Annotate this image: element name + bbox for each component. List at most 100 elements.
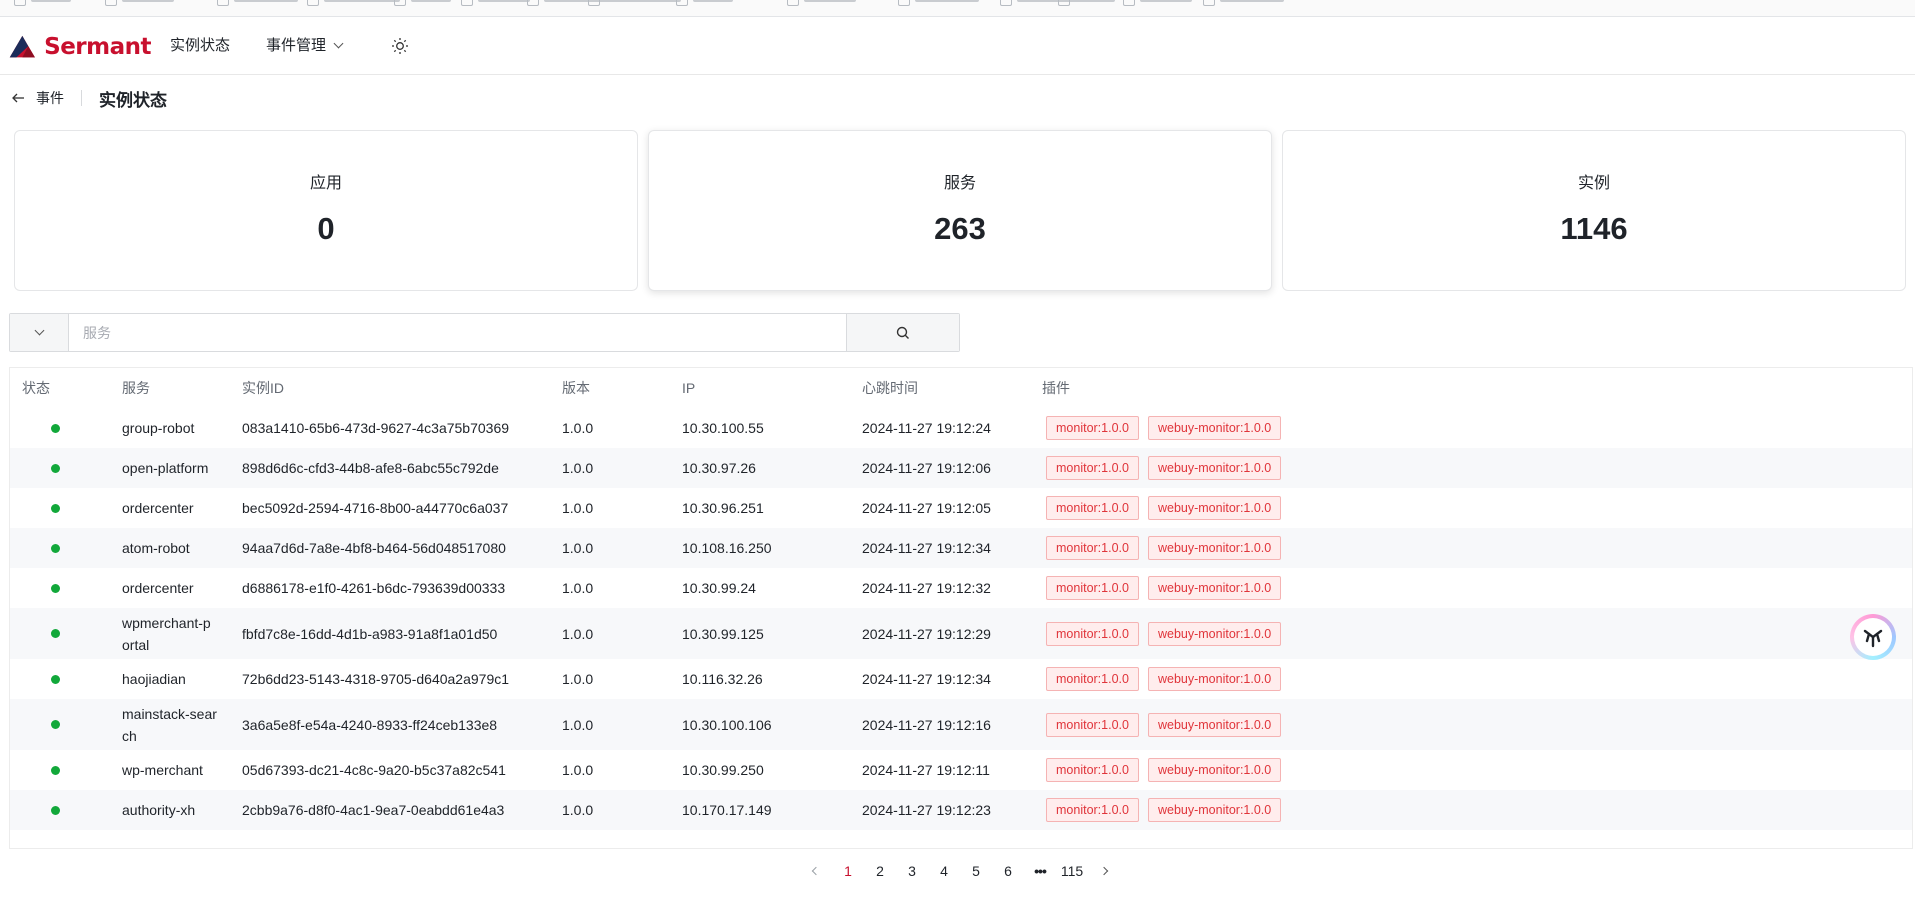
page-4[interactable]: 4: [928, 863, 960, 879]
column-header-status: 状态: [22, 380, 50, 396]
instance-id-cell: 05d67393-dc21-4c8c-9a20-b5c37a82c541: [242, 762, 506, 778]
column-header-ip: IP: [682, 380, 696, 396]
nav-instance-status[interactable]: 实例状态: [170, 17, 230, 75]
service-cell: group-robot: [122, 420, 195, 436]
ip-cell: 10.30.99.24: [682, 580, 756, 596]
table-row[interactable]: ordercenter d6886178-e1f0-4261-b6dc-79363…: [10, 568, 1912, 608]
heartbeat-cell: 2024-11-27 19:12:32: [862, 580, 991, 596]
plugins-cell: monitor:1.0.0 webuy-monitor:1.0.0: [1046, 699, 1290, 750]
plugin-tag[interactable]: webuy-monitor:1.0.0: [1147, 712, 1282, 737]
floating-assistant-inner: [1854, 618, 1892, 656]
chevron-left-icon: [811, 866, 821, 876]
plugin-tag[interactable]: webuy-monitor:1.0.0: [1147, 456, 1282, 480]
bookmark-icon: [676, 0, 688, 6]
bookmark-label: [915, 0, 979, 2]
bookmark-label: [1075, 0, 1115, 2]
plugins-cell: monitor:1.0.0 webuy-monitor:1.0.0: [1046, 528, 1290, 568]
page-3[interactable]: 3: [896, 863, 928, 879]
nav-instance-status-label: 实例状态: [170, 37, 231, 54]
plugin-tag[interactable]: monitor:1.0.0: [1046, 667, 1139, 691]
table-row[interactable]: wpmerchant-portal fbfd7c8e-16dd-4d1b-a983…: [10, 608, 1912, 659]
stat-card-applications[interactable]: 应用 0: [14, 130, 638, 291]
instance-id-cell: 72b6dd23-5143-4318-9705-d640a2a979c1: [242, 671, 510, 687]
plugin-tag[interactable]: webuy-monitor:1.0.0: [1147, 416, 1282, 440]
breadcrumb-divider: [81, 90, 82, 106]
page-last[interactable]: 115: [1056, 863, 1088, 879]
plugin-tag[interactable]: webuy-monitor:1.0.0: [1147, 798, 1282, 822]
pagination-prev-button[interactable]: [800, 861, 832, 881]
bookmark-label: [804, 0, 856, 2]
bookmark-label: [31, 0, 71, 2]
table-row[interactable]: atom-robot 94aa7d6d-7a8e-4bf8-b464-56d048…: [10, 528, 1912, 568]
ip-cell: 10.108.16.250: [682, 540, 772, 556]
table-row[interactable]: group-robot 083a1410-65b6-473d-9627-4c3a7…: [10, 408, 1912, 448]
ip-cell: 10.30.97.26: [682, 460, 756, 476]
status-online-indicator: [51, 629, 60, 638]
bookmark-icon: [1000, 0, 1012, 6]
plugin-tag[interactable]: monitor:1.0.0: [1046, 576, 1139, 600]
bookmark-label: [411, 0, 451, 2]
bookmark-icon: [527, 0, 539, 6]
breadcrumb: 事件 实例状态: [11, 85, 167, 111]
instance-id-cell: fbfd7c8e-16dd-4d1b-a983-91a8f1a01d50: [242, 625, 498, 642]
status-cell: [51, 750, 60, 790]
search-field-select[interactable]: [10, 314, 69, 351]
page-2[interactable]: 2: [864, 863, 896, 879]
status-cell: [51, 448, 60, 488]
search-icon: [896, 326, 909, 339]
table-row[interactable]: haojiadian 72b6dd23-5143-4318-9705-d640a2…: [10, 659, 1912, 699]
plugin-tag[interactable]: monitor:1.0.0: [1046, 758, 1139, 782]
plugin-tag[interactable]: monitor:1.0.0: [1046, 496, 1139, 520]
pagination-ellipsis[interactable]: •••: [1024, 863, 1056, 879]
plugin-tag[interactable]: webuy-monitor:1.0.0: [1147, 621, 1282, 646]
search-input[interactable]: [69, 314, 846, 351]
floating-assistant-button[interactable]: [1850, 614, 1896, 660]
brand-logo[interactable]: Sermant: [9, 29, 151, 65]
service-cell: authority-xh: [122, 802, 196, 818]
plugin-tag[interactable]: monitor:1.0.0: [1046, 798, 1139, 822]
nav-event-management-label: 事件管理: [266, 37, 327, 54]
arrow-left-icon[interactable]: [11, 91, 25, 105]
version-cell: 1.0.0: [562, 671, 594, 687]
stat-card-instances[interactable]: 实例 1146: [1282, 130, 1906, 291]
status-cell: [51, 790, 60, 830]
breadcrumb-back-link[interactable]: 事件: [36, 88, 64, 108]
plugin-tag[interactable]: webuy-monitor:1.0.0: [1147, 536, 1282, 560]
heartbeat-cell: 2024-11-27 19:12:06: [862, 460, 991, 476]
bookmark-icon: [461, 0, 473, 6]
plugins-cell: monitor:1.0.0 webuy-monitor:1.0.0: [1046, 408, 1290, 448]
plugin-tag[interactable]: monitor:1.0.0: [1046, 536, 1139, 560]
heartbeat-cell: 2024-11-27 19:12:34: [862, 540, 991, 556]
plugin-tag[interactable]: monitor:1.0.0: [1046, 456, 1139, 480]
page-6[interactable]: 6: [992, 863, 1024, 879]
table-row[interactable]: authority-xh 2cbb9a76-d8f0-4ac1-9ea7-0eab…: [10, 790, 1912, 830]
bookmark-icon: [14, 0, 26, 6]
page-1[interactable]: 1: [832, 863, 864, 879]
plugin-tag[interactable]: webuy-monitor:1.0.0: [1147, 496, 1282, 520]
ip-cell: 10.30.100.55: [682, 420, 764, 436]
plugin-tag[interactable]: webuy-monitor:1.0.0: [1147, 667, 1282, 691]
nav-event-management[interactable]: 事件管理: [266, 17, 344, 75]
page-5[interactable]: 5: [960, 863, 992, 879]
status-online-indicator: [51, 463, 60, 473]
stat-card-services[interactable]: 服务 263: [648, 130, 1272, 291]
table-row[interactable]: wp-merchant 05d67393-dc21-4c8c-9a20-b5c37…: [10, 750, 1912, 790]
table-row[interactable]: ordercenter bec5092d-2594-4716-8b00-a4477…: [10, 488, 1912, 528]
table-row[interactable]: open-platform 898d6d6c-cfd3-44b8-afe8-6ab…: [10, 448, 1912, 488]
instance-id-cell: 94aa7d6d-7a8e-4bf8-b464-56d048517080: [242, 540, 506, 556]
brand-name: Sermant: [44, 34, 151, 60]
plugin-tag[interactable]: webuy-monitor:1.0.0: [1147, 576, 1282, 600]
instance-id-cell: 3a6a5e8f-e54a-4240-8933-ff24ceb133e8: [242, 716, 498, 733]
plugin-tag[interactable]: monitor:1.0.0: [1046, 416, 1139, 440]
theme-toggle-button[interactable]: [391, 37, 409, 55]
table-row[interactable]: mainstack-search 3a6a5e8f-e54a-4240-8933-…: [10, 699, 1912, 750]
search-button[interactable]: [846, 314, 959, 351]
plugin-tag[interactable]: monitor:1.0.0: [1046, 621, 1139, 646]
pagination-next-button[interactable]: [1088, 861, 1120, 881]
status-cell: [51, 608, 60, 659]
instance-id-cell: d6886178-e1f0-4261-b6dc-793639d00333: [242, 580, 506, 596]
plugin-tag[interactable]: monitor:1.0.0: [1046, 712, 1139, 737]
ip-cell: 10.116.32.26: [682, 671, 763, 687]
plugin-tag[interactable]: webuy-monitor:1.0.0: [1147, 758, 1282, 782]
bookmark-icon: [394, 0, 406, 6]
